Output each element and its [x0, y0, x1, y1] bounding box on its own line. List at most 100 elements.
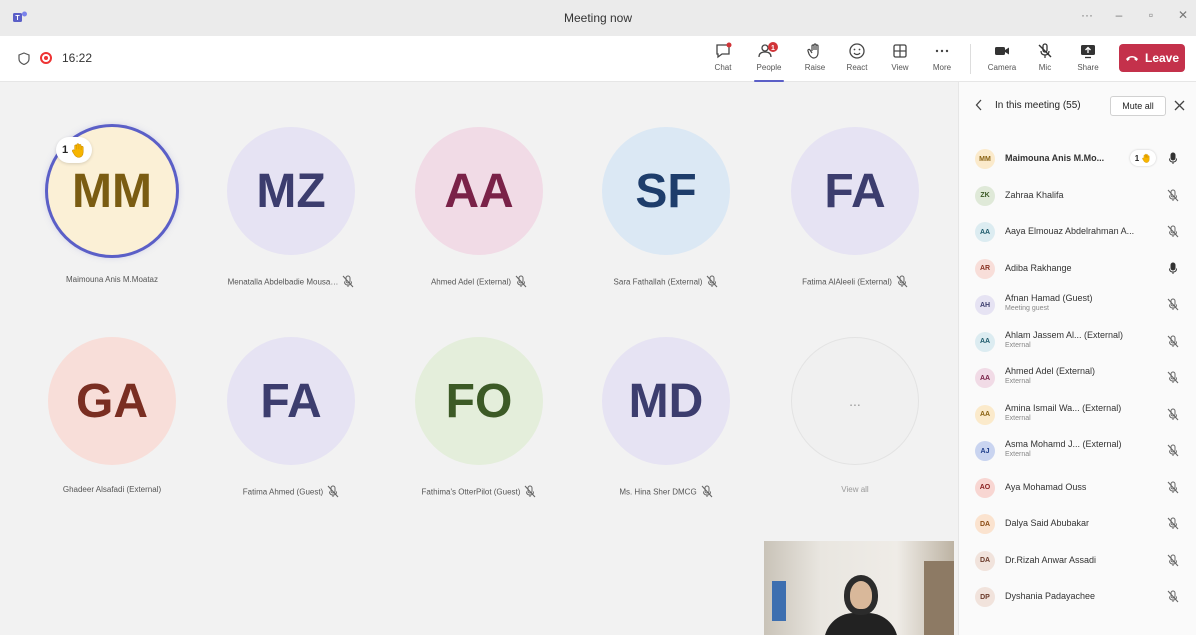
mic-off-icon — [1167, 189, 1179, 201]
mic-icon — [1169, 152, 1177, 164]
participant-muted-indicator[interactable] — [1167, 590, 1179, 608]
participant-row[interactable]: AA Amina Ismail Wa... (External) External — [959, 398, 1196, 435]
share-button[interactable]: Share — [1069, 42, 1107, 72]
participant-row[interactable]: AA Ahmed Adel (External) External — [959, 361, 1196, 398]
participant-tile[interactable]: MD Ms. Hina Sher DMCG — [572, 337, 760, 500]
participant-muted-indicator[interactable] — [1167, 335, 1179, 353]
participant-mic-indicator[interactable] — [1167, 262, 1179, 280]
participant-row[interactable]: DP Dyshania Padayachee — [959, 580, 1196, 617]
participant-tile[interactable]: MM Maimouna Anis M.Moataz 1 — [18, 127, 206, 284]
mic-off-icon — [701, 485, 713, 498]
participant-avatar: DA — [975, 550, 995, 571]
participant-row[interactable]: MM Maimouna Anis M.Mo... 1 — [959, 142, 1196, 179]
participant-row[interactable]: DA Dr.Rizah Anwar Assadi — [959, 544, 1196, 581]
participant-muted-indicator[interactable] — [1167, 371, 1179, 389]
hand-queue-number: 1 — [1134, 153, 1140, 163]
participant-name: Ms. Hina Sher DMCG — [572, 485, 760, 500]
raise-hand-icon — [807, 43, 819, 59]
participant-avatar: MZ — [227, 127, 355, 255]
participant-avatar: AO — [975, 477, 995, 498]
react-button[interactable]: React — [838, 42, 876, 72]
participant-row[interactable]: AA Aaya Elmouaz Abdelrahman A... — [959, 215, 1196, 252]
window-restore-icon[interactable]: ▫ — [1144, 8, 1158, 22]
participant-role: External — [1005, 341, 1031, 349]
participant-name: Dalya Said Abubakar — [1005, 518, 1090, 528]
participant-avatar: AJ — [975, 441, 995, 461]
participant-tile[interactable]: FA Fatima AlAleeli (External) — [761, 127, 949, 290]
camera-button[interactable]: Camera — [983, 42, 1021, 72]
participant-avatar: DP — [975, 587, 995, 607]
participant-row[interactable]: AH Afnan Hamad (Guest) Meeting guest — [959, 288, 1196, 325]
participant-tile[interactable]: GA Ghadeer Alsafadi (External) — [18, 337, 206, 494]
participant-avatar: AA — [975, 404, 995, 425]
raise-hand-button[interactable]: Raise — [796, 42, 834, 72]
participant-row[interactable]: AJ Asma Mohamd J... (External) External — [959, 434, 1196, 471]
participant-tile[interactable]: FA Fatima Ahmed (Guest) — [197, 337, 385, 500]
participant-tile[interactable]: SF Sara Fathallah (External) — [572, 127, 760, 290]
participant-muted-indicator[interactable] — [1167, 554, 1179, 572]
participant-muted-indicator[interactable] — [1167, 444, 1179, 462]
more-dots-icon — [935, 49, 949, 53]
participant-name: Asma Mohamd J... (External) — [1005, 439, 1122, 449]
participant-avatar: FA — [227, 337, 355, 465]
participant-muted-indicator[interactable] — [1167, 225, 1179, 243]
participant-row[interactable]: AR Adiba Rakhange — [959, 252, 1196, 289]
participant-mic-indicator[interactable] — [1167, 152, 1179, 170]
participants-panel: In this meeting (55) Mute all MM Maimouna… — [958, 82, 1196, 635]
participant-muted-indicator[interactable] — [1167, 481, 1179, 499]
raise-label: Raise — [804, 63, 826, 72]
participant-name: Ghadeer Alsafadi (External) — [18, 485, 206, 494]
close-icon[interactable] — [1174, 100, 1185, 111]
participant-name: Maimouna Anis M.Moataz — [18, 275, 206, 284]
mic-off-icon — [1167, 444, 1179, 457]
window-title-bar: T Meeting now ··· – ▫ ✕ — [0, 0, 1196, 36]
participant-name: Aya Mohamad Ouss — [1005, 481, 1087, 492]
participant-tile[interactable]: AA Ahmed Adel (External) — [385, 127, 573, 290]
share-label: Share — [1077, 63, 1099, 72]
shield-icon[interactable] — [18, 51, 30, 65]
mic-off-icon — [515, 275, 527, 288]
meeting-timer: 16:22 — [62, 51, 93, 65]
mic-off-icon — [525, 485, 536, 498]
view-button[interactable]: View — [881, 42, 919, 72]
camera-icon — [995, 47, 1009, 55]
panel-header: In this meeting (55) Mute all — [959, 82, 1196, 128]
mic-button[interactable]: Mic — [1026, 42, 1064, 72]
window-close-icon[interactable]: ✕ — [1176, 8, 1190, 22]
mute-all-button[interactable]: Mute all — [1110, 96, 1166, 116]
participant-muted-indicator[interactable] — [1167, 408, 1179, 426]
participant-role: Meeting guest — [1005, 305, 1049, 312]
mic-off-icon — [1167, 554, 1179, 566]
leave-button[interactable]: Leave — [1119, 44, 1185, 72]
self-video-preview[interactable] — [764, 541, 954, 635]
more-button[interactable]: More — [923, 42, 961, 72]
chevron-left-icon[interactable] — [975, 99, 983, 111]
participant-tile[interactable]: MZ Menatalla Abdelbadie Mousa… — [197, 127, 385, 290]
view-all-tile[interactable]: ... View all — [761, 337, 949, 494]
people-button[interactable]: 1 People — [750, 42, 788, 82]
participant-name: Amina Ismail Wa... (External) — [1005, 402, 1122, 413]
participant-row[interactable]: ZK Zahraa Khalifa — [959, 179, 1196, 216]
smiley-icon — [849, 43, 865, 59]
participant-muted-indicator[interactable] — [1167, 517, 1179, 535]
participant-row[interactable]: AO Aya Mohamad Ouss — [959, 471, 1196, 508]
participant-muted-indicator[interactable] — [1167, 298, 1179, 316]
video-object — [772, 581, 786, 621]
mic-label: Mic — [1038, 63, 1052, 72]
participant-name: Ahmed Adel (External) — [385, 275, 573, 290]
raised-hand-icon — [1142, 153, 1150, 163]
view-label: View — [891, 63, 909, 72]
react-label: React — [846, 63, 868, 72]
participant-row[interactable]: DA Dalya Said Abubakar — [959, 507, 1196, 544]
participant-name-text: Ghadeer Alsafadi (External) — [62, 485, 162, 494]
people-label: People — [756, 63, 782, 72]
participant-muted-indicator[interactable] — [1167, 189, 1179, 207]
participant-avatar: GA — [48, 337, 176, 465]
participant-row[interactable]: AA Ahlam Jassem Al... (External) External — [959, 325, 1196, 362]
participant-name: Aaya Elmouaz Abdelrahman A... — [1005, 226, 1135, 236]
participant-tile[interactable]: FO Fathima's OtterPilot (Guest) — [385, 337, 573, 500]
chat-button[interactable]: Chat — [704, 42, 742, 72]
window-more-icon[interactable]: ··· — [1080, 8, 1094, 22]
mic-off-icon — [1038, 43, 1052, 58]
window-minimize-icon[interactable]: – — [1112, 8, 1126, 22]
